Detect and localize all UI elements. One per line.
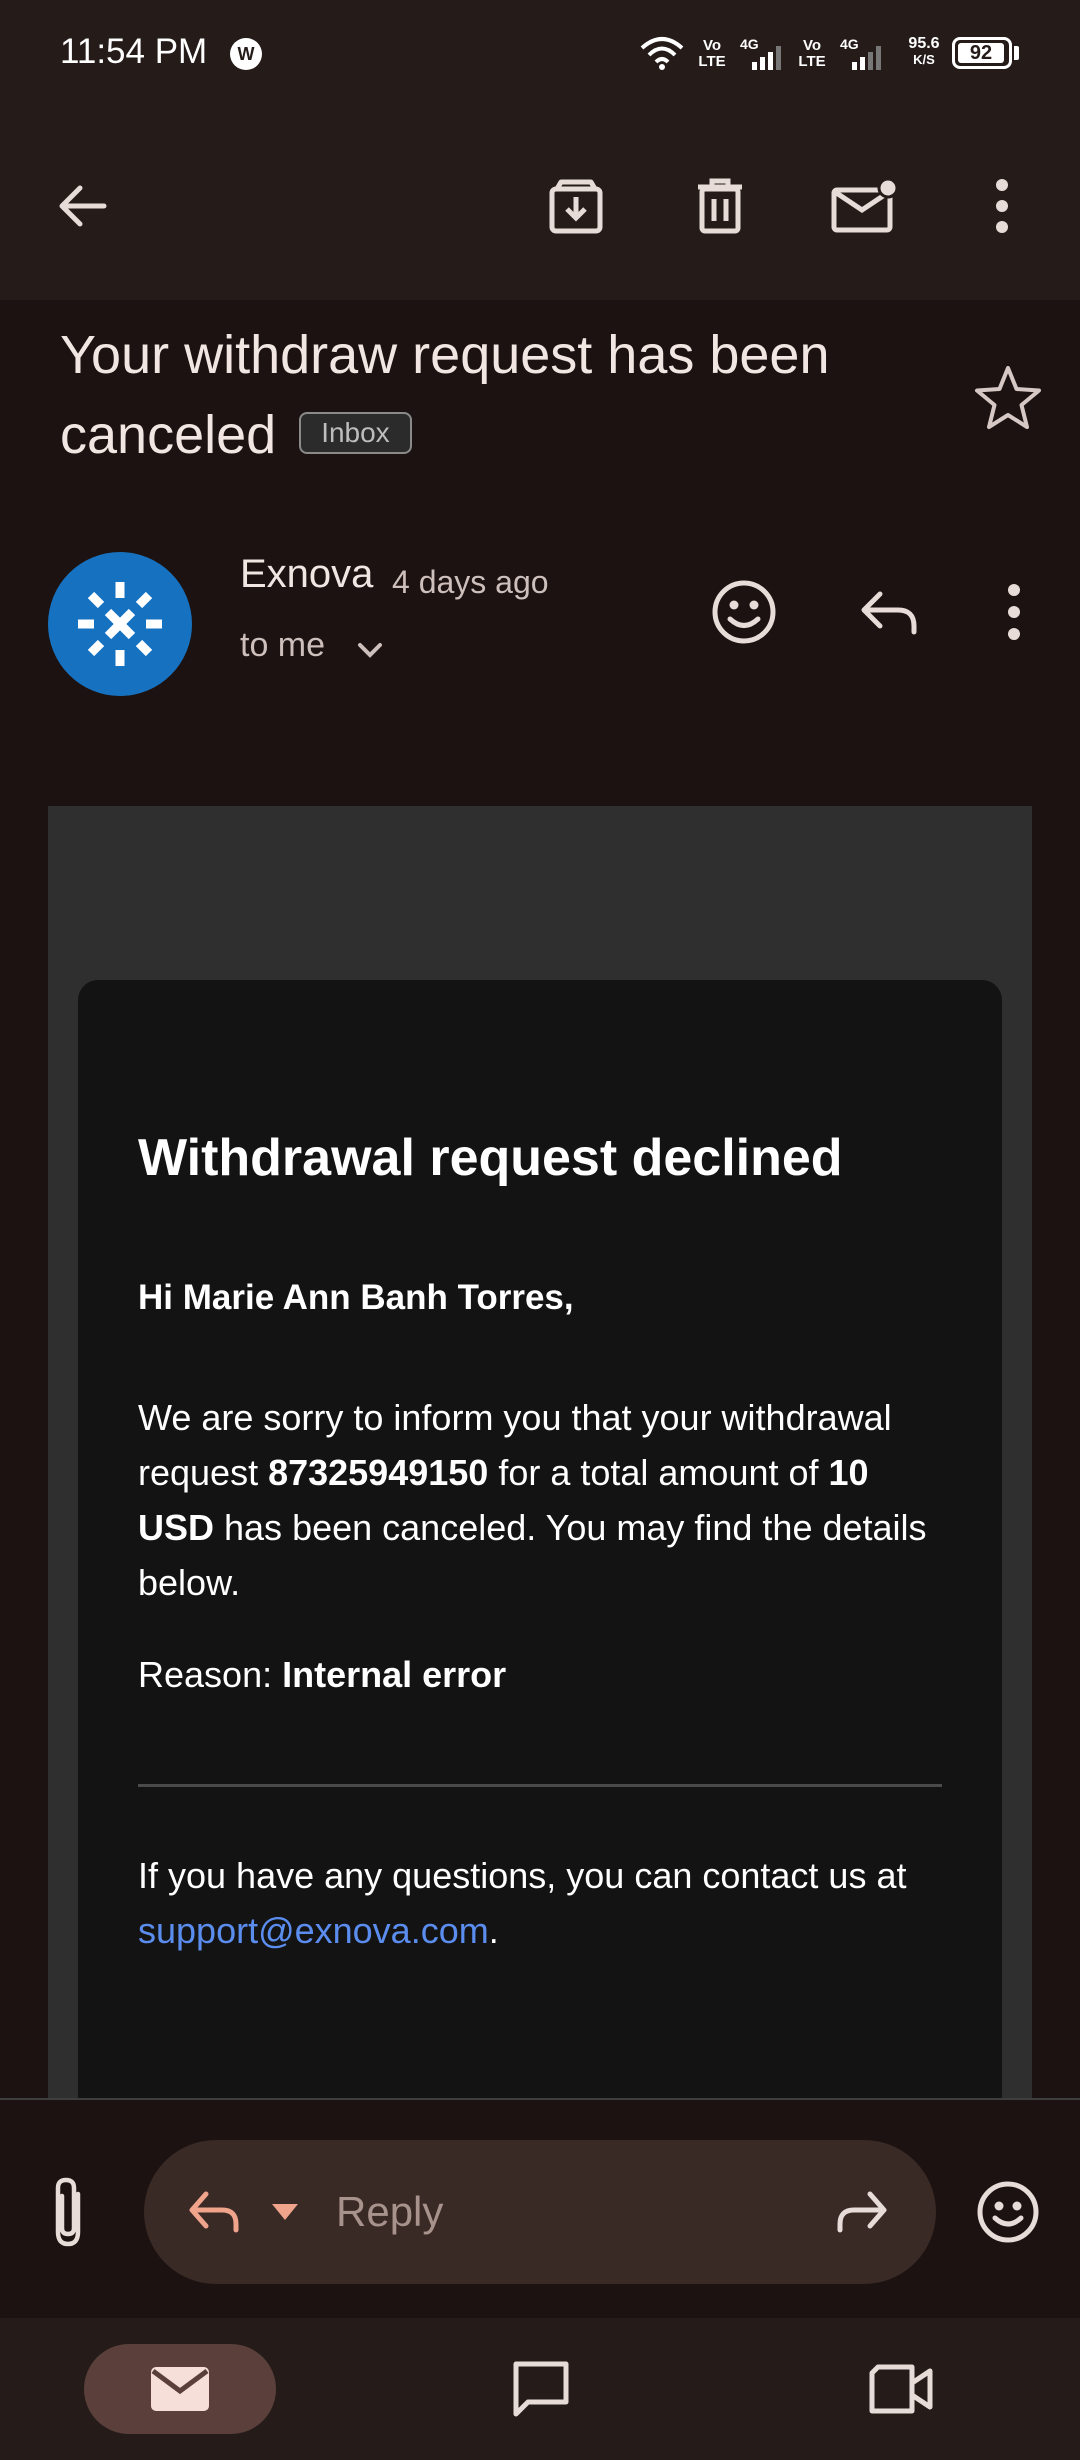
contact-text: If you have any questions, you can conta… bbox=[138, 1855, 907, 1896]
message-more-icon[interactable] bbox=[994, 576, 1034, 648]
reply-icon[interactable] bbox=[852, 576, 924, 648]
star-icon[interactable] bbox=[972, 362, 1044, 434]
mail-heading: Withdrawal request declined bbox=[138, 1129, 843, 1187]
attachment-icon[interactable] bbox=[34, 2172, 106, 2252]
delete-icon[interactable] bbox=[684, 170, 756, 242]
battery-cap bbox=[1014, 46, 1019, 60]
volte-indicator-1: Vo LTE bbox=[698, 37, 726, 70]
signal-icon-1 bbox=[752, 46, 781, 70]
more-vert-icon[interactable] bbox=[966, 170, 1038, 242]
reply-mode-dropdown-icon[interactable] bbox=[268, 2200, 302, 2224]
notification-icon: W bbox=[230, 38, 262, 70]
email-subject: Your withdraw request has been canceled … bbox=[60, 315, 940, 475]
volte-indicator-2: Vo LTE bbox=[798, 37, 826, 70]
status-time: 11:54 PM bbox=[60, 32, 208, 71]
email-card: Withdrawal request declined Hi Marie Ann… bbox=[78, 980, 1002, 2100]
mail-reason: Reason: Internal error bbox=[138, 1654, 506, 1696]
archive-icon[interactable] bbox=[540, 170, 612, 242]
mark-unread-icon[interactable] bbox=[828, 170, 900, 242]
emoji-icon[interactable] bbox=[972, 2176, 1044, 2248]
mail-paragraph: We are sorry to inform you that your wit… bbox=[138, 1390, 938, 1610]
battery-level: 92 bbox=[958, 43, 1004, 63]
divider bbox=[138, 1784, 942, 1787]
chevron-down-icon[interactable] bbox=[350, 630, 390, 670]
subject-text: Your withdraw request has been canceled bbox=[60, 325, 830, 465]
battery-icon: 92 bbox=[952, 37, 1012, 69]
mail-contact: If you have any questions, you can conta… bbox=[138, 1848, 958, 1958]
email-toolbar bbox=[0, 110, 1080, 300]
reply-mode-icon[interactable] bbox=[182, 2180, 246, 2244]
mail-icon bbox=[151, 2367, 209, 2411]
sender-name[interactable]: Exnova bbox=[240, 552, 373, 597]
meet-icon[interactable] bbox=[856, 2344, 946, 2434]
emoji-reaction-icon[interactable] bbox=[708, 576, 780, 648]
signal-icon-2 bbox=[852, 46, 881, 70]
nav-mail-tab[interactable] bbox=[84, 2344, 276, 2434]
bottom-navigation bbox=[0, 2318, 1080, 2460]
paragraph-text: has been canceled. You may find the deta… bbox=[138, 1507, 927, 1603]
recipient-label[interactable]: to me bbox=[240, 626, 325, 665]
sent-time: 4 days ago bbox=[392, 564, 549, 600]
exnova-logo-icon bbox=[78, 582, 162, 666]
status-bar: 11:54 PM W Vo LTE 4G Vo LTE 4G 95.6 K/S 92 bbox=[0, 0, 1080, 110]
back-arrow-icon[interactable] bbox=[46, 170, 118, 242]
inbox-label-badge[interactable]: Inbox bbox=[299, 411, 412, 454]
sender-avatar[interactable] bbox=[48, 552, 192, 696]
reply-input-pill[interactable]: Reply bbox=[144, 2140, 936, 2284]
wifi-icon bbox=[640, 37, 684, 70]
support-email-link[interactable]: support@exnova.com bbox=[138, 1910, 489, 1951]
forward-icon[interactable] bbox=[830, 2180, 894, 2244]
reply-bar: Reply bbox=[0, 2098, 1080, 2320]
reply-placeholder[interactable]: Reply bbox=[336, 2188, 443, 2236]
reason-value: Internal error bbox=[282, 1654, 507, 1695]
reason-label: Reason: bbox=[138, 1654, 283, 1695]
network-speed: 95.6 K/S bbox=[908, 35, 940, 68]
request-id: 87325949150 bbox=[268, 1452, 489, 1493]
mail-greeting: Hi Marie Ann Banh Torres, bbox=[138, 1278, 574, 1317]
paragraph-text: for a total amount of bbox=[488, 1452, 829, 1493]
chat-icon[interactable] bbox=[496, 2344, 586, 2434]
contact-end: . bbox=[488, 1910, 499, 1951]
email-content-frame: Withdrawal request declined Hi Marie Ann… bbox=[48, 806, 1032, 2100]
